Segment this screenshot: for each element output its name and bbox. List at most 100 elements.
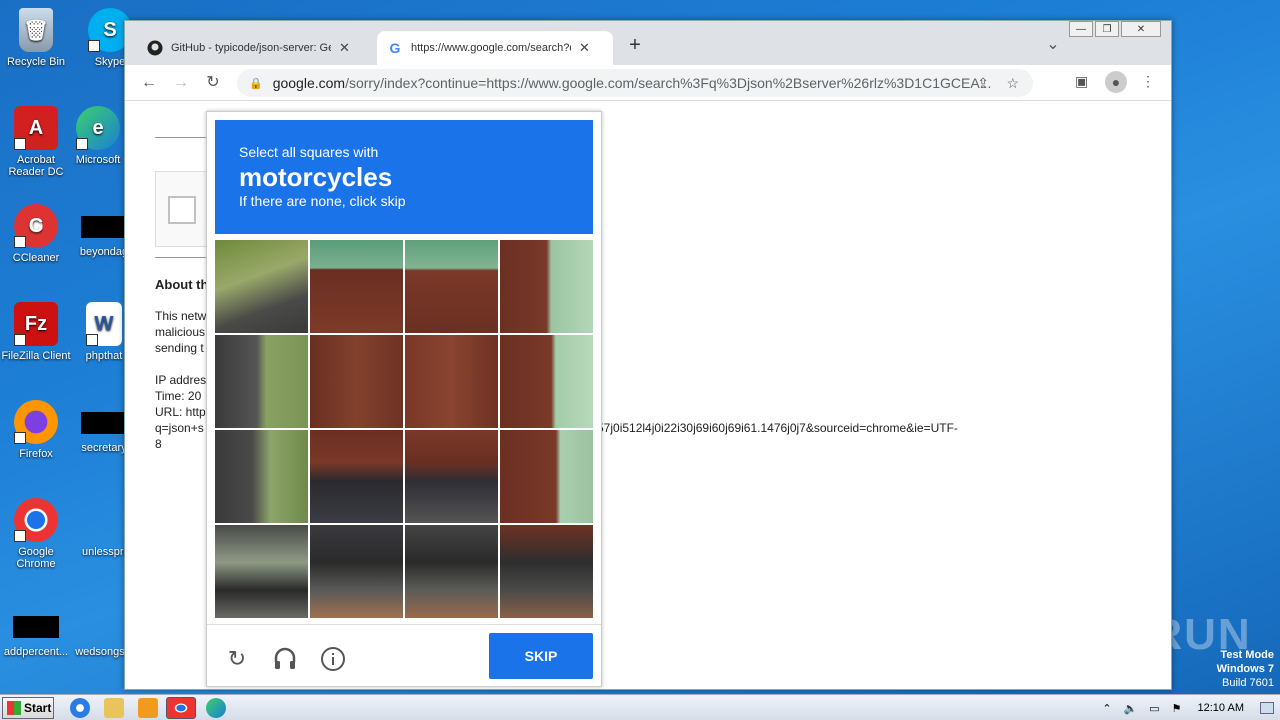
challenge-footer: ↻ SKIP: [207, 624, 601, 688]
filezilla-icon: Fz: [14, 302, 58, 346]
grid-tile-14[interactable]: [310, 525, 403, 618]
grid-tile-2[interactable]: [310, 240, 403, 333]
time-text: Time: 20: [155, 389, 202, 403]
grid-tile-1[interactable]: [215, 240, 308, 333]
desktop-icon-firefox[interactable]: Firefox: [0, 400, 72, 460]
grid-tile-16[interactable]: [500, 525, 593, 618]
divider: [155, 257, 207, 258]
grid-tile-11[interactable]: [405, 430, 498, 523]
grid-tile-6[interactable]: [310, 335, 403, 428]
challenge-header: Select all squares with motorcycles If t…: [215, 120, 593, 234]
grid-tile-5[interactable]: [215, 335, 308, 428]
tab-strip: GitHub - typicode/json-server: Get a ✕ G…: [125, 21, 1171, 65]
side-panel-icon[interactable]: ▣: [1075, 73, 1088, 90]
system-tray: ⌃ 🔈 ▭ ⚑ 12:10 AM: [1096, 695, 1280, 720]
challenge-target: motorcycles: [239, 162, 393, 192]
github-icon: [147, 40, 163, 56]
redacted-file-icon: [81, 216, 127, 238]
about-heading: About th: [155, 277, 209, 292]
forward-arrow-icon[interactable]: →: [171, 73, 191, 93]
challenge-instruction: Select all squares with: [239, 144, 379, 160]
desktop-icon-chrome[interactable]: Google Chrome: [0, 498, 72, 570]
close-window-icon[interactable]: ✕: [1121, 21, 1161, 37]
grid-tile-15[interactable]: [405, 525, 498, 618]
desktop-icon-label: Firefox: [19, 448, 53, 460]
page-text: This netw: [155, 309, 207, 323]
challenge-hint: If there are none, click skip: [239, 193, 406, 209]
acrobat-icon: A: [14, 106, 58, 150]
test-mode-text: Test Mode Windows 7 Build 7601: [1216, 649, 1274, 689]
desktop-icon-label: addpercent...: [3, 646, 69, 658]
recaptcha-challenge: Select all squares with motorcycles If t…: [206, 111, 602, 687]
desktop-icon-filezilla[interactable]: Fz FileZilla Client: [0, 302, 72, 362]
close-tab-icon[interactable]: ✕: [579, 40, 590, 56]
chrome-icon: [14, 498, 58, 542]
grid-tile-13[interactable]: [215, 525, 308, 618]
skip-button[interactable]: SKIP: [489, 633, 593, 679]
desktop-icon-label: CCleaner: [12, 252, 60, 264]
grid-tile-12[interactable]: [500, 430, 593, 523]
tab-search-button[interactable]: ⌄: [1043, 35, 1063, 55]
desktop-icon-label: FileZilla Client: [1, 350, 71, 362]
close-tab-icon[interactable]: ✕: [339, 40, 350, 56]
url-continuation-text: 57j0i512l4j0i22i30j69i60j69i61.1476j0j7&…: [597, 421, 958, 435]
grid-tile-9[interactable]: [215, 430, 308, 523]
redacted-file-icon: [13, 616, 59, 638]
tab-google-search[interactable]: G https://www.google.com/search?q= ✕: [377, 31, 613, 65]
page-text: sending t: [155, 341, 204, 355]
lock-icon: 🔒: [249, 77, 263, 90]
google-icon: G: [389, 40, 401, 56]
recycle-bin-icon: 🗑: [19, 8, 53, 52]
reload-icon[interactable]: ↻: [203, 73, 223, 93]
network-icon[interactable]: ▭: [1149, 702, 1159, 715]
divider: [155, 137, 207, 138]
share-icon[interactable]: ⇪: [977, 75, 989, 92]
media-player-icon[interactable]: [138, 698, 158, 718]
page-text: malicious: [155, 325, 206, 339]
recaptcha-checkbox[interactable]: [168, 196, 196, 224]
info-icon[interactable]: [319, 645, 347, 673]
desktop-icon-ccleaner[interactable]: C CCleaner: [0, 204, 72, 264]
grid-tile-10[interactable]: [310, 430, 403, 523]
desktop-icon-recycle-bin[interactable]: 🗑 Recycle Bin: [0, 8, 72, 68]
url-continuation-text: 8: [155, 437, 162, 451]
volume-icon[interactable]: 🔈: [1124, 702, 1138, 715]
grid-tile-8[interactable]: [500, 335, 593, 428]
tab-github[interactable]: GitHub - typicode/json-server: Get a ✕: [137, 31, 375, 65]
grid-tile-7[interactable]: [405, 335, 498, 428]
url-label-text: URL: http: [155, 405, 206, 419]
profile-avatar-icon[interactable]: ●: [1105, 71, 1127, 93]
word-document-icon: W: [86, 302, 122, 346]
edge-taskbar-icon[interactable]: [206, 698, 226, 718]
back-arrow-icon[interactable]: ←: [139, 73, 159, 93]
restore-icon[interactable]: ❐: [1095, 21, 1119, 37]
reload-challenge-icon[interactable]: ↻: [223, 645, 251, 673]
action-center-flag-icon[interactable]: ⚑: [1172, 702, 1182, 715]
ie-icon[interactable]: [70, 698, 90, 718]
minimize-icon[interactable]: —: [1069, 21, 1093, 37]
explorer-folder-icon[interactable]: [104, 698, 124, 718]
address-bar[interactable]: 🔒 google.com/sorry/index?continue=https:…: [237, 69, 1033, 97]
bookmark-star-icon[interactable]: ☆: [1006, 75, 1019, 92]
desktop-icon-label: Google Chrome: [16, 546, 56, 570]
desktop-icon-addpercent[interactable]: addpercent...: [0, 606, 72, 658]
show-desktop-icon[interactable]: [1260, 702, 1274, 714]
clock[interactable]: 12:10 AM: [1198, 702, 1244, 714]
start-button[interactable]: Start: [2, 697, 54, 719]
browser-toolbar: ← → ↻ 🔒 google.com/sorry/index?continue=…: [125, 65, 1171, 101]
chrome-taskbar-icon[interactable]: [166, 697, 196, 719]
grid-tile-4[interactable]: [500, 240, 593, 333]
edge-icon: e: [76, 106, 120, 150]
recaptcha-checkbox-frame: [155, 171, 209, 247]
url-continuation-text: q=json+s: [155, 421, 204, 435]
tray-expand-icon[interactable]: ⌃: [1102, 702, 1111, 715]
tab-title: GitHub - typicode/json-server: Get a: [171, 42, 331, 54]
start-label: Start: [24, 701, 52, 715]
windows-logo-icon: [7, 701, 21, 715]
new-tab-button[interactable]: +: [625, 35, 645, 55]
audio-challenge-headphones-icon[interactable]: [271, 645, 299, 673]
grid-tile-3[interactable]: [405, 240, 498, 333]
menu-kebab-icon[interactable]: ⋮: [1141, 73, 1155, 90]
taskbar: Start ⌃ 🔈 ▭ ⚑ 12:10 AM: [0, 694, 1280, 720]
desktop-icon-label: Recycle Bin: [6, 56, 66, 68]
